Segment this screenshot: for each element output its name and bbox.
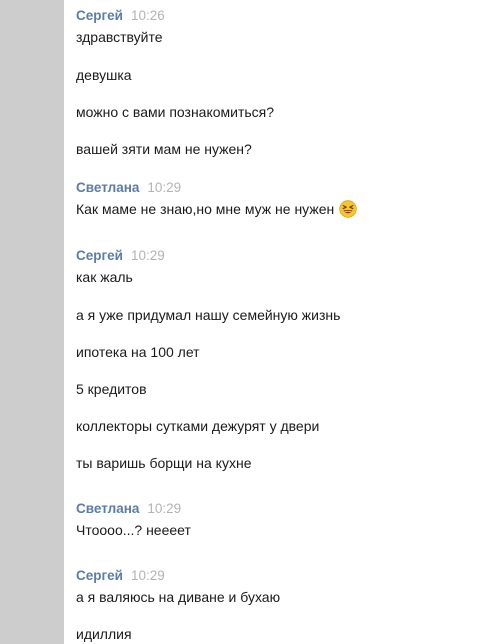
message-text: ты варишь борщи на кухне <box>76 455 252 471</box>
message-text: 5 кредитов <box>76 381 147 397</box>
message-text: Как маме не знаю,но мне муж не нужен <box>76 200 357 222</box>
message-text: коллекторы сутками дежурят у двери <box>76 418 320 434</box>
message-text: здравствуйте <box>76 29 163 45</box>
message-header: Сергей 10:26 <box>76 8 165 24</box>
sender-name[interactable]: Светлана <box>76 180 139 195</box>
left-sidebar-strip <box>0 0 64 644</box>
message-header: Сергей 10:29 <box>76 568 165 584</box>
message-text-content: Как маме не знаю,но мне муж не нужен <box>76 201 335 217</box>
message-header: Светлана 10:29 <box>76 501 181 517</box>
message-text: Чтоооо...? нееeет <box>76 522 191 538</box>
chat-messages: Сергей 10:26 здравствуйте девушка можно с… <box>76 0 476 644</box>
message-header: Сергей 10:29 <box>76 248 165 264</box>
message-text: девушка <box>76 67 132 83</box>
message-text: идиллия <box>76 626 132 642</box>
message-text: можно с вами познакомиться? <box>76 104 275 120</box>
message-time: 10:29 <box>147 180 182 195</box>
message-text: а я валяюсь на диване и бухаю <box>76 589 281 605</box>
message-text: как жаль <box>76 269 133 285</box>
message-header: Светлана 10:29 <box>76 180 181 196</box>
message-time: 10:29 <box>130 248 165 263</box>
message-time: 10:26 <box>130 8 165 23</box>
message-text: вашей зяти мам не нужен? <box>76 141 252 157</box>
sender-name[interactable]: Сергей <box>76 568 123 583</box>
sender-name[interactable]: Сергей <box>76 8 123 23</box>
message-text: а я уже придумал нашу семейную жизнь <box>76 307 341 323</box>
message-time: 10:29 <box>147 501 182 516</box>
sender-name[interactable]: Светлана <box>76 501 139 516</box>
sender-name[interactable]: Сергей <box>76 248 123 263</box>
message-text: ипотека на 100 лет <box>76 344 200 360</box>
message-time: 10:29 <box>130 568 165 583</box>
laughing-face-icon <box>339 200 357 222</box>
